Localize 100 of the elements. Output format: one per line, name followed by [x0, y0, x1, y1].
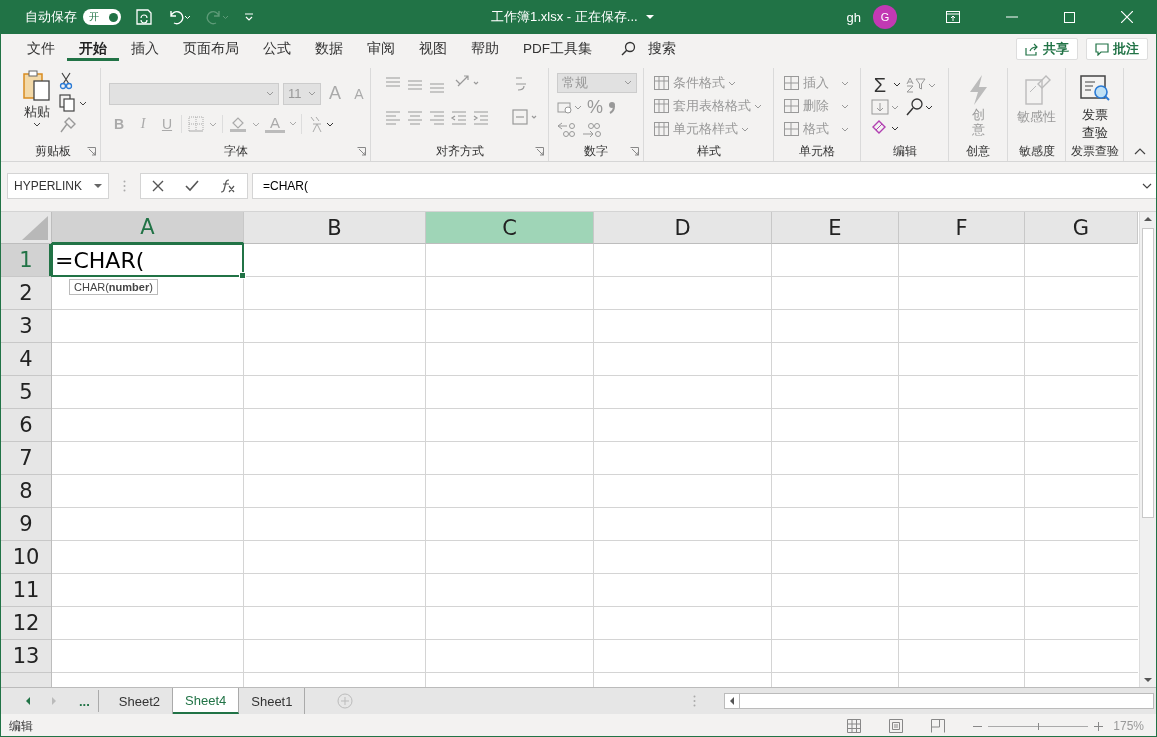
group-label: 编辑 — [892, 142, 917, 160]
save-icon[interactable] — [135, 8, 153, 26]
zoom-in-icon[interactable] — [1094, 721, 1104, 731]
page-layout-icon[interactable] — [889, 719, 904, 733]
caret-icon[interactable] — [645, 14, 654, 20]
check-icon[interactable] — [185, 180, 199, 192]
column-header[interactable]: B — [244, 212, 426, 244]
menu-tab[interactable]: 帮助 — [459, 34, 511, 64]
share-icon — [1025, 42, 1039, 56]
row-header[interactable]: 2 — [1, 277, 51, 310]
caret-icon[interactable] — [893, 81, 901, 88]
function-tooltip: CHAR(number) — [69, 279, 158, 295]
fill-color-icon[interactable] — [222, 114, 261, 133]
normal-view-icon[interactable] — [847, 719, 862, 733]
name-box[interactable]: HYPERLINK — [7, 173, 109, 199]
row-header[interactable]: 4 — [1, 343, 51, 376]
caret-icon[interactable] — [94, 183, 102, 189]
cell-grid[interactable]: =CHAR( CHAR(number) — [52, 244, 1138, 687]
phonetic-icon[interactable] — [301, 113, 336, 134]
vertical-scrollbar[interactable] — [1139, 212, 1156, 687]
row-header[interactable]: 10 — [1, 541, 51, 574]
ribbon-display-icon[interactable] — [946, 11, 960, 23]
menu-tab[interactable]: 数据 — [303, 34, 355, 64]
cancel-icon[interactable] — [151, 180, 164, 192]
row-header[interactable]: 12 — [1, 607, 51, 640]
column-header[interactable]: D — [594, 212, 772, 244]
table-icon — [784, 122, 800, 137]
menu-tab[interactable]: 审阅 — [355, 34, 407, 64]
group-label: 样式 — [696, 142, 721, 160]
column-header[interactable]: C — [426, 212, 594, 244]
expand-icon[interactable] — [1142, 183, 1152, 189]
column-header[interactable]: F — [899, 212, 1025, 244]
column-header[interactable]: G — [1025, 212, 1138, 244]
row-header[interactable]: 11 — [1, 574, 51, 607]
dialog-launcher-icon[interactable] — [630, 147, 639, 156]
comments-button[interactable]: 批注 — [1086, 38, 1148, 60]
column-header[interactable]: E — [772, 212, 899, 244]
maximize-icon[interactable] — [1064, 11, 1075, 23]
close-icon[interactable] — [1121, 11, 1133, 23]
group-label: 数字 — [584, 142, 608, 160]
redo-icon[interactable] — [205, 8, 229, 26]
share-button[interactable]: 共享 — [1016, 38, 1078, 60]
menu-tab[interactable]: 插入 — [119, 34, 171, 64]
copy-icon[interactable] — [58, 94, 87, 112]
triangle-icon — [22, 216, 48, 240]
row-header[interactable]: 1 — [1, 244, 51, 277]
active-cell[interactable]: =CHAR( — [51, 243, 244, 277]
row-header[interactable]: 5 — [1, 376, 51, 409]
invoice-check-button[interactable]: 发票查验 — [1078, 70, 1111, 143]
dialog-launcher-icon[interactable] — [87, 147, 96, 156]
window-title: 工作簿1.xlsx - 正在保存... — [491, 8, 638, 26]
search-label[interactable]: 搜索 — [648, 40, 676, 58]
row-header[interactable]: 7 — [1, 442, 51, 475]
row-header[interactable]: 8 — [1, 475, 51, 508]
row-header[interactable]: 3 — [1, 310, 51, 343]
group-label: 单元格 — [799, 142, 835, 160]
sheet-tab[interactable]: Sheet4 — [173, 688, 240, 714]
menu-tab[interactable]: PDF工具集 — [511, 34, 604, 64]
column-header[interactable]: A — [52, 212, 244, 244]
paste-button[interactable]: 粘贴 — [18, 70, 55, 128]
insert-function-icon[interactable] — [220, 179, 237, 193]
status-mode: 编辑 — [9, 717, 33, 735]
horizontal-scrollbar[interactable] — [724, 693, 1154, 709]
menu-tab[interactable]: 文件 — [15, 34, 67, 64]
row-header[interactable]: 9 — [1, 508, 51, 541]
menu-tab[interactable]: 视图 — [407, 34, 459, 64]
user-avatar[interactable]: G — [873, 5, 897, 29]
menu-tab[interactable]: 页面布局 — [171, 34, 251, 64]
table-icon — [654, 122, 670, 137]
search-icon[interactable] — [905, 97, 935, 116]
menu-tab[interactable]: 公式 — [251, 34, 303, 64]
more-sheets-button[interactable]: ... — [79, 690, 99, 712]
autosave-label: 自动保存 — [25, 8, 77, 26]
caret-icon[interactable] — [32, 122, 41, 128]
cut-icon[interactable] — [58, 72, 73, 90]
grip-icon — [123, 180, 126, 192]
decimal-icons-drawing[interactable] — [557, 122, 603, 138]
font-name-field[interactable] — [109, 82, 279, 105]
undo-icon[interactable] — [167, 8, 191, 26]
menu-tab[interactable]: 开始 — [67, 34, 119, 64]
collapse-ribbon-icon[interactable] — [1134, 147, 1146, 155]
autosave-toggle[interactable]: 开 — [83, 9, 121, 25]
row-header[interactable]: 6 — [1, 409, 51, 442]
table-icon — [784, 99, 800, 114]
comma-style-icon[interactable] — [607, 99, 617, 116]
dialog-launcher-icon[interactable] — [535, 147, 544, 156]
autosum-button[interactable]: Σ — [871, 74, 889, 95]
table-icon — [654, 99, 670, 114]
currency-icon[interactable] — [557, 99, 583, 116]
page-break-icon[interactable] — [931, 719, 946, 733]
comment-icon — [1095, 42, 1109, 56]
row-header[interactable]: 13 — [1, 640, 51, 673]
group-label: 创意 — [966, 142, 990, 160]
group-label: 字体 — [223, 142, 248, 160]
search-icon[interactable] — [620, 41, 636, 57]
dialog-launcher-icon[interactable] — [357, 147, 366, 156]
select-all-button[interactable] — [1, 212, 52, 244]
group-label: 敏感度 — [1018, 142, 1055, 160]
customize-icon[interactable] — [243, 11, 255, 23]
formula-field[interactable]: =CHAR( — [252, 173, 1156, 199]
